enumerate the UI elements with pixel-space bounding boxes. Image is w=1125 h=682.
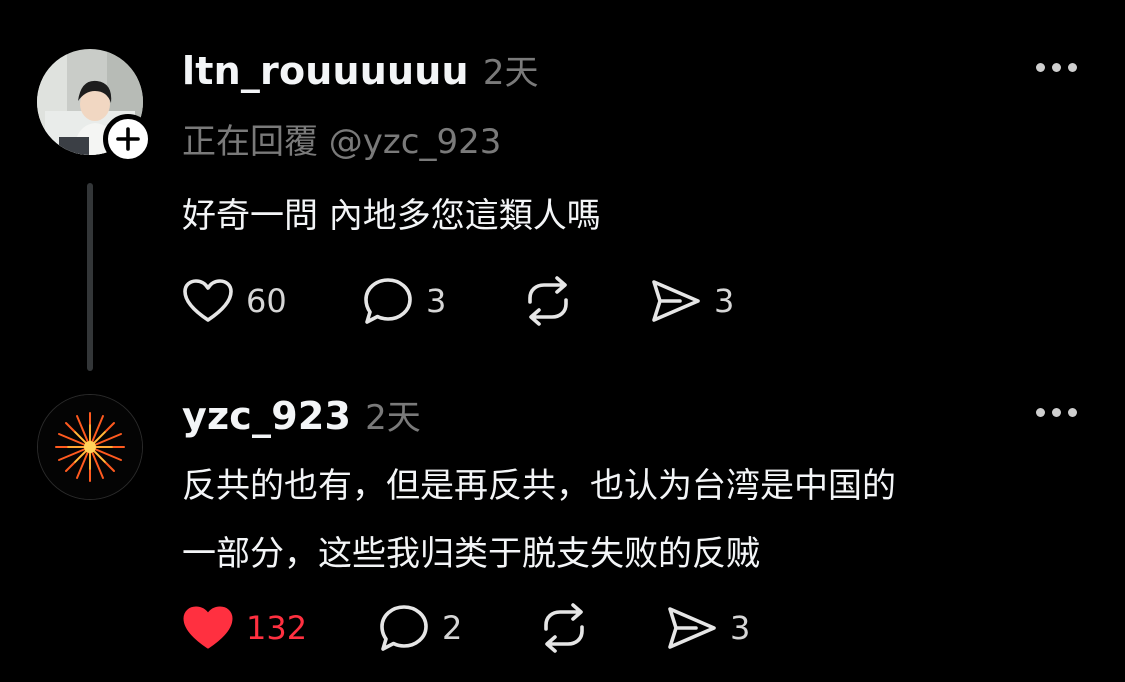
more-icon bbox=[1036, 63, 1045, 72]
post-text: 好奇一問 內地多您這類人嗎 bbox=[182, 182, 601, 250]
share-count: 3 bbox=[714, 282, 735, 320]
repost-button[interactable] bbox=[522, 276, 650, 326]
share-icon bbox=[668, 607, 716, 649]
comment-count: 2 bbox=[442, 609, 463, 647]
reply-to-label: 正在回覆 @yzc_923 bbox=[182, 122, 502, 162]
more-options-button[interactable] bbox=[1036, 63, 1077, 72]
avatar-yzc-923[interactable] bbox=[37, 394, 143, 500]
comment-icon bbox=[364, 278, 412, 324]
more-icon bbox=[1036, 408, 1045, 417]
heart-icon bbox=[183, 279, 233, 322]
like-count: 60 bbox=[246, 282, 287, 320]
thread-line bbox=[87, 183, 93, 371]
more-options-button[interactable] bbox=[1036, 408, 1077, 417]
like-count: 132 bbox=[246, 609, 308, 647]
like-button[interactable]: 60 bbox=[182, 278, 362, 324]
like-button[interactable]: 132 bbox=[182, 605, 378, 651]
share-count: 3 bbox=[730, 609, 751, 647]
heart-filled-icon bbox=[183, 606, 233, 649]
repost-button[interactable] bbox=[538, 603, 666, 653]
share-button[interactable]: 3 bbox=[650, 277, 734, 325]
post-time: 2天 bbox=[365, 398, 421, 438]
username[interactable]: yzc_923 bbox=[182, 394, 351, 438]
share-icon bbox=[652, 280, 700, 322]
post-text: 反共的也有，但是再反共，也认为台湾是中国的 一部分，这些我归类于脱支失败的反贼 bbox=[182, 452, 896, 588]
follow-button[interactable] bbox=[103, 114, 153, 164]
post-time: 2天 bbox=[482, 53, 539, 93]
post-text-line: 反共的也有，但是再反共，也认为台湾是中国的 bbox=[182, 466, 896, 506]
post-text-line: 好奇一問 內地多您這類人嗎 bbox=[182, 196, 601, 236]
username[interactable]: ltn_rouuuuuu bbox=[182, 49, 469, 93]
share-button[interactable]: 3 bbox=[666, 604, 750, 652]
comment-button[interactable]: 3 bbox=[362, 276, 522, 326]
repost-icon bbox=[544, 603, 584, 653]
comment-button[interactable]: 2 bbox=[378, 603, 538, 653]
comment-icon bbox=[380, 605, 428, 651]
post-text-line: 一部分，这些我归类于脱支失败的反贼 bbox=[182, 534, 760, 574]
comment-count: 3 bbox=[426, 282, 447, 320]
repost-icon bbox=[528, 276, 568, 326]
plus-icon bbox=[116, 127, 140, 151]
